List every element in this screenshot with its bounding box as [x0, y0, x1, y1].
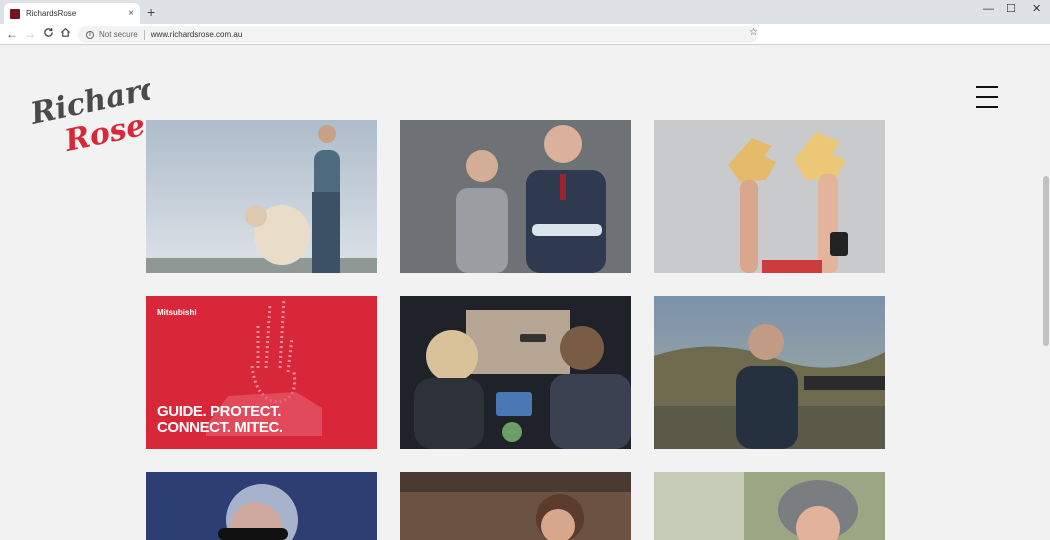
site-favicon-icon [10, 8, 20, 19]
browser-tab[interactable]: RichardsRose × [4, 3, 140, 24]
reload-icon [44, 28, 53, 37]
menu-bar [976, 106, 998, 108]
info-icon[interactable]: i [86, 30, 94, 39]
home-button[interactable] [60, 27, 71, 41]
tile-hiker-on-mountain[interactable] [654, 296, 885, 449]
scrollbar-thumb[interactable] [1043, 176, 1049, 346]
tile-couple-in-car[interactable] [400, 296, 631, 449]
tab-title: RichardsRose [26, 9, 77, 18]
tagline-line-2: CONNECT. MITEC. [157, 419, 283, 436]
back-button[interactable]: ← [6, 27, 18, 41]
menu-bar [976, 96, 998, 98]
page-content: Richards Rose Mitsubishi GUIDE. PROTECT.… [0, 46, 1050, 540]
tagline-line-1: GUIDE. PROTECT. [157, 403, 282, 420]
tile-mitsubishi-ad[interactable]: Mitsubishi GUIDE. PROTECT. CONNECT. MITE… [146, 296, 377, 449]
address-bar[interactable]: i Not secure www.richardsrose.com.au [78, 26, 758, 43]
security-label[interactable]: Not secure [99, 30, 138, 39]
forward-button[interactable]: → [24, 27, 36, 41]
tab-close-icon[interactable]: × [128, 8, 134, 19]
tile-child-in-helmet[interactable] [654, 472, 885, 540]
bookmark-star-icon[interactable]: ☆ [749, 27, 758, 38]
minimize-button[interactable]: — [983, 3, 994, 15]
browser-tab-bar: RichardsRose × + — ☐ ✕ [0, 0, 1050, 24]
page-scrollbar[interactable] [1042, 46, 1050, 540]
tile-hands-holding-awards[interactable] [654, 120, 885, 273]
menu-bar [976, 86, 998, 88]
tile-man-with-sheep[interactable] [146, 120, 377, 273]
home-icon [60, 27, 71, 37]
reload-button[interactable] [43, 27, 54, 41]
url-text[interactable]: www.richardsrose.com.au [151, 30, 243, 39]
mitsubishi-tagline: GUIDE. PROTECT. CONNECT. MITEC. [157, 404, 283, 436]
browser-toolbar: ← → i Not secure www.richardsrose.com.au… [0, 24, 1050, 45]
omnibox-divider [143, 29, 145, 40]
richards-rose-logo[interactable]: Richards Rose [30, 72, 150, 152]
maximize-button[interactable]: ☐ [1006, 3, 1016, 15]
close-window-button[interactable]: ✕ [1032, 3, 1041, 15]
tile-woman-smiling[interactable] [400, 472, 631, 540]
mitsubishi-brand-label: Mitsubishi [157, 308, 197, 317]
hamburger-menu-icon[interactable] [976, 86, 998, 108]
tile-boy-and-older-man[interactable] [400, 120, 631, 273]
tile-woman-with-sunglasses[interactable] [146, 472, 377, 540]
new-tab-button[interactable]: + [147, 4, 155, 20]
